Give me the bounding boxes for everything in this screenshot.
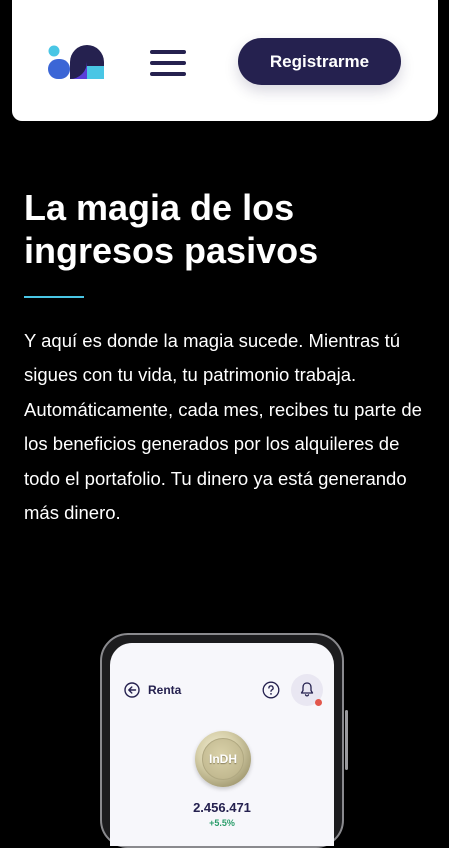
indh-logo[interactable] — [48, 45, 104, 79]
phone-mockup: Renta InDH 2.456.471 +5.5% — [100, 633, 344, 848]
screen-title: Renta — [148, 683, 182, 697]
hamburger-menu-icon[interactable] — [150, 50, 186, 76]
bell-icon — [300, 682, 314, 697]
balance-change: +5.5% — [209, 818, 235, 828]
phone-side-button — [345, 710, 348, 770]
indh-coin-icon: InDH — [195, 731, 251, 787]
phone-screen: Renta InDH 2.456.471 +5.5% — [110, 643, 334, 846]
question-circle-icon[interactable] — [262, 681, 280, 699]
notifications-button[interactable] — [291, 674, 323, 706]
title-divider — [24, 296, 84, 298]
register-button[interactable]: Registrarme — [238, 38, 401, 85]
hero-description: Y aquí es donde la magia sucede. Mientra… — [24, 330, 422, 524]
balance-amount: 2.456.471 — [193, 800, 251, 815]
site-header: Registrarme — [12, 0, 438, 121]
notification-badge — [315, 699, 322, 706]
menu-line — [150, 72, 186, 76]
menu-line — [150, 50, 186, 54]
arrow-left-circle-icon[interactable] — [124, 682, 140, 698]
coin-label: InDH — [202, 738, 244, 780]
page-title: La magia de los ingresos pasivos — [24, 187, 319, 271]
menu-line — [150, 61, 186, 65]
